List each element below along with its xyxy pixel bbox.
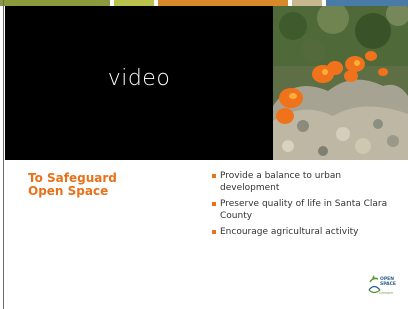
section-heading: To Safeguard Open Space [28,172,188,198]
bullet-list: Provide a balance to urban development P… [212,171,402,244]
bullet-item: Preserve quality of life in Santa Clara … [212,199,402,222]
logo-subtext: AUTHORITY [379,292,394,295]
logo-text: OPEN SPACE [380,277,396,287]
heading-line-2: Open Space [28,184,109,198]
bullet-text: Encourage agricultural activity [220,227,359,237]
poppies-rock-photo [273,6,408,160]
bullet-item: Provide a balance to urban development [212,171,402,194]
bullet-text: Preserve quality of life in Santa Clara … [220,199,388,221]
video-placeholder[interactable]: video [5,6,273,160]
bullet-square-icon [212,174,216,178]
video-label: video [107,66,171,91]
left-edge-rule [3,0,4,309]
bullet-square-icon [212,230,216,234]
bullet-text: Provide a balance to urban development [220,171,342,193]
bullet-item: Encourage agricultural activity [212,227,402,239]
logo-line-2: SPACE [380,282,396,287]
poppies-rock-illustration [273,6,408,160]
bullet-square-icon [212,202,216,206]
